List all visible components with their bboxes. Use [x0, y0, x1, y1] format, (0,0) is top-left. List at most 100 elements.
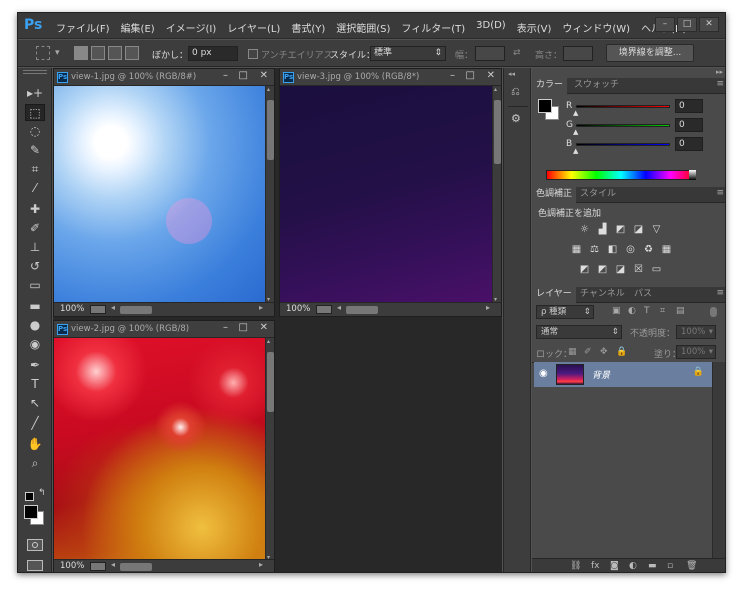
zoom-level[interactable]: 100%	[60, 304, 84, 314]
color-ramp[interactable]	[546, 170, 696, 180]
scroll-right-icon[interactable]: ▸	[259, 560, 263, 569]
collapse-dock-icon[interactable]: ◂◂	[508, 70, 515, 78]
height-input[interactable]	[563, 46, 593, 61]
lock-all-icon[interactable]: 🔒	[616, 347, 627, 357]
tab-color[interactable]: カラー	[532, 78, 568, 94]
preset-dropdown-arrow-icon[interactable]: ▾	[55, 48, 60, 58]
slider-handle-icon[interactable]: ▲	[573, 147, 578, 155]
minimize-doc-icon[interactable]: –	[223, 70, 228, 81]
antialias-checkbox[interactable]	[248, 49, 258, 59]
lasso-icon[interactable]: ◌	[25, 123, 45, 140]
style-select[interactable]: 標準 ⇕	[370, 46, 446, 61]
levels-icon[interactable]: ▟	[596, 224, 609, 235]
purple-gradient-image[interactable]	[280, 86, 492, 303]
add-selection-icon[interactable]	[91, 46, 105, 60]
move-icon[interactable]: ▸+	[25, 85, 45, 102]
new-adjustment-icon[interactable]: ◐	[629, 561, 637, 571]
menu-item[interactable]: イメージ(I)	[166, 20, 217, 35]
vertical-scrollbar[interactable]: ▴ ▾	[265, 86, 274, 303]
eye-icon[interactable]: ◉	[539, 368, 548, 379]
filter-toggle[interactable]	[710, 307, 717, 317]
close-doc-icon[interactable]: ✕	[260, 322, 268, 333]
tab-layers[interactable]: レイヤー	[532, 287, 576, 303]
close-doc-icon[interactable]: ✕	[260, 70, 268, 81]
pen-icon[interactable]: ✒	[25, 357, 45, 374]
vertical-scrollbar[interactable]: ▴ ▾	[492, 86, 501, 303]
maximize-doc-icon[interactable]: □	[239, 70, 248, 81]
quick-select-icon[interactable]: ✎	[25, 142, 45, 159]
zoom-level[interactable]: 100%	[60, 561, 84, 571]
gradient-map-icon[interactable]: ▭	[650, 264, 663, 275]
document-tab[interactable]: Ps view-2.jpg @ 100% (RGB/8) – □ ✕	[54, 321, 274, 338]
menu-item[interactable]: 編集(E)	[121, 20, 155, 35]
tab-paths[interactable]: パス	[630, 287, 656, 303]
trash-icon[interactable]: 🗑	[686, 561, 697, 571]
healing-brush-icon[interactable]: ✚	[25, 201, 45, 218]
vertical-scrollbar[interactable]: ▴ ▾	[265, 338, 274, 561]
layers-scrollbar[interactable]	[712, 362, 725, 558]
lock-image-icon[interactable]: ✐	[584, 347, 592, 357]
history-panel-icon[interactable]: ⎌	[511, 85, 524, 99]
layer-filter-select[interactable]: ρ 種類 ⇕	[536, 305, 594, 319]
zoom-level[interactable]: 100%	[286, 304, 310, 314]
fill-input[interactable]: 100% ▾	[676, 345, 716, 359]
intersect-selection-icon[interactable]	[125, 46, 139, 60]
link-layers-icon[interactable]: ⛓	[570, 561, 581, 571]
scroll-right-icon[interactable]: ▸	[259, 303, 263, 312]
marquee-icon[interactable]: ⬚	[25, 104, 45, 121]
properties-panel-icon[interactable]: ⚙	[511, 112, 524, 126]
width-input[interactable]	[475, 46, 505, 61]
opacity-input[interactable]: 100% ▾	[676, 325, 716, 339]
filter-adjust-icon[interactable]: ◐	[628, 306, 636, 316]
menu-item[interactable]: ウィンドウ(W)	[562, 20, 630, 35]
scroll-left-icon[interactable]: ◂	[111, 560, 115, 569]
filter-type-icon[interactable]: T	[644, 306, 650, 316]
slider-handle-icon[interactable]: ▲	[573, 109, 578, 117]
menu-item[interactable]: 選択範囲(S)	[336, 20, 390, 35]
menu-item[interactable]: フィルター(T)	[401, 20, 465, 35]
subtract-selection-icon[interactable]	[108, 46, 122, 60]
menu-item[interactable]: 書式(Y)	[291, 20, 325, 35]
line-icon[interactable]: ╱	[25, 415, 45, 432]
blend-mode-select[interactable]: 通常 ⇕	[536, 325, 622, 339]
feather-input[interactable]: 0 px	[188, 46, 238, 61]
brush-icon[interactable]: ✐	[25, 220, 45, 237]
hue-saturation-icon[interactable]: ▦	[570, 244, 583, 255]
close-button[interactable]: ✕	[699, 17, 719, 32]
type-icon[interactable]: T	[25, 376, 45, 393]
channel-slider[interactable]	[576, 105, 670, 108]
document-window-view-2[interactable]: Ps view-2.jpg @ 100% (RGB/8) – □ ✕ ▴ ▾ 10…	[53, 320, 275, 572]
doc-info-icon[interactable]	[90, 305, 106, 314]
dodge-icon[interactable]: ◉	[25, 336, 45, 353]
document-window-view-3[interactable]: Ps view-3.jpg @ 100% (RGB/8*) – □ ✕ ▴ ▾ 1…	[279, 68, 502, 317]
channel-slider[interactable]	[576, 143, 670, 146]
crop-icon[interactable]: ⌗	[25, 161, 45, 178]
channel-value-input[interactable]: 0	[675, 137, 703, 151]
slider-handle-icon[interactable]: ▲	[573, 128, 578, 136]
menu-item[interactable]: 表示(V)	[517, 20, 552, 35]
menu-item[interactable]: 3D(D)	[476, 20, 506, 35]
layer-row-background[interactable]: ◉ 背景 🔒	[534, 362, 712, 387]
minimize-button[interactable]: –	[655, 17, 675, 32]
path-select-icon[interactable]: ↖	[25, 395, 45, 412]
document-tab[interactable]: Ps view-1.jpg @ 100% (RGB/8#) – □ ✕	[54, 69, 274, 86]
new-layer-icon[interactable]: ▫	[667, 561, 673, 571]
foreground-color-swatch[interactable]	[538, 99, 552, 113]
foreground-color-swatch[interactable]	[24, 505, 38, 519]
red-maple-leaves-image[interactable]	[54, 338, 265, 561]
filter-smart-icon[interactable]: ▤	[676, 306, 685, 316]
default-colors-icon[interactable]	[25, 492, 34, 501]
channel-slider[interactable]	[576, 124, 670, 127]
brightness-icon[interactable]: ☼	[578, 224, 591, 235]
fx-icon[interactable]: fx	[591, 561, 600, 571]
layer-name[interactable]: 背景	[592, 368, 610, 381]
panel-menu-icon[interactable]: ≡	[716, 188, 724, 198]
eyedropper-icon[interactable]: ⁄	[25, 180, 45, 197]
zoom-icon[interactable]: ⌕	[25, 455, 45, 472]
horizontal-scrollbar[interactable]	[120, 563, 152, 571]
marquee-preset-icon[interactable]	[36, 46, 50, 60]
tab-swatches[interactable]: スウォッチ	[570, 78, 623, 94]
expand-panels-icon[interactable]: ▸▸	[716, 68, 723, 76]
new-selection-icon[interactable]	[74, 46, 88, 60]
tab-channels[interactable]: チャンネル	[576, 287, 629, 303]
